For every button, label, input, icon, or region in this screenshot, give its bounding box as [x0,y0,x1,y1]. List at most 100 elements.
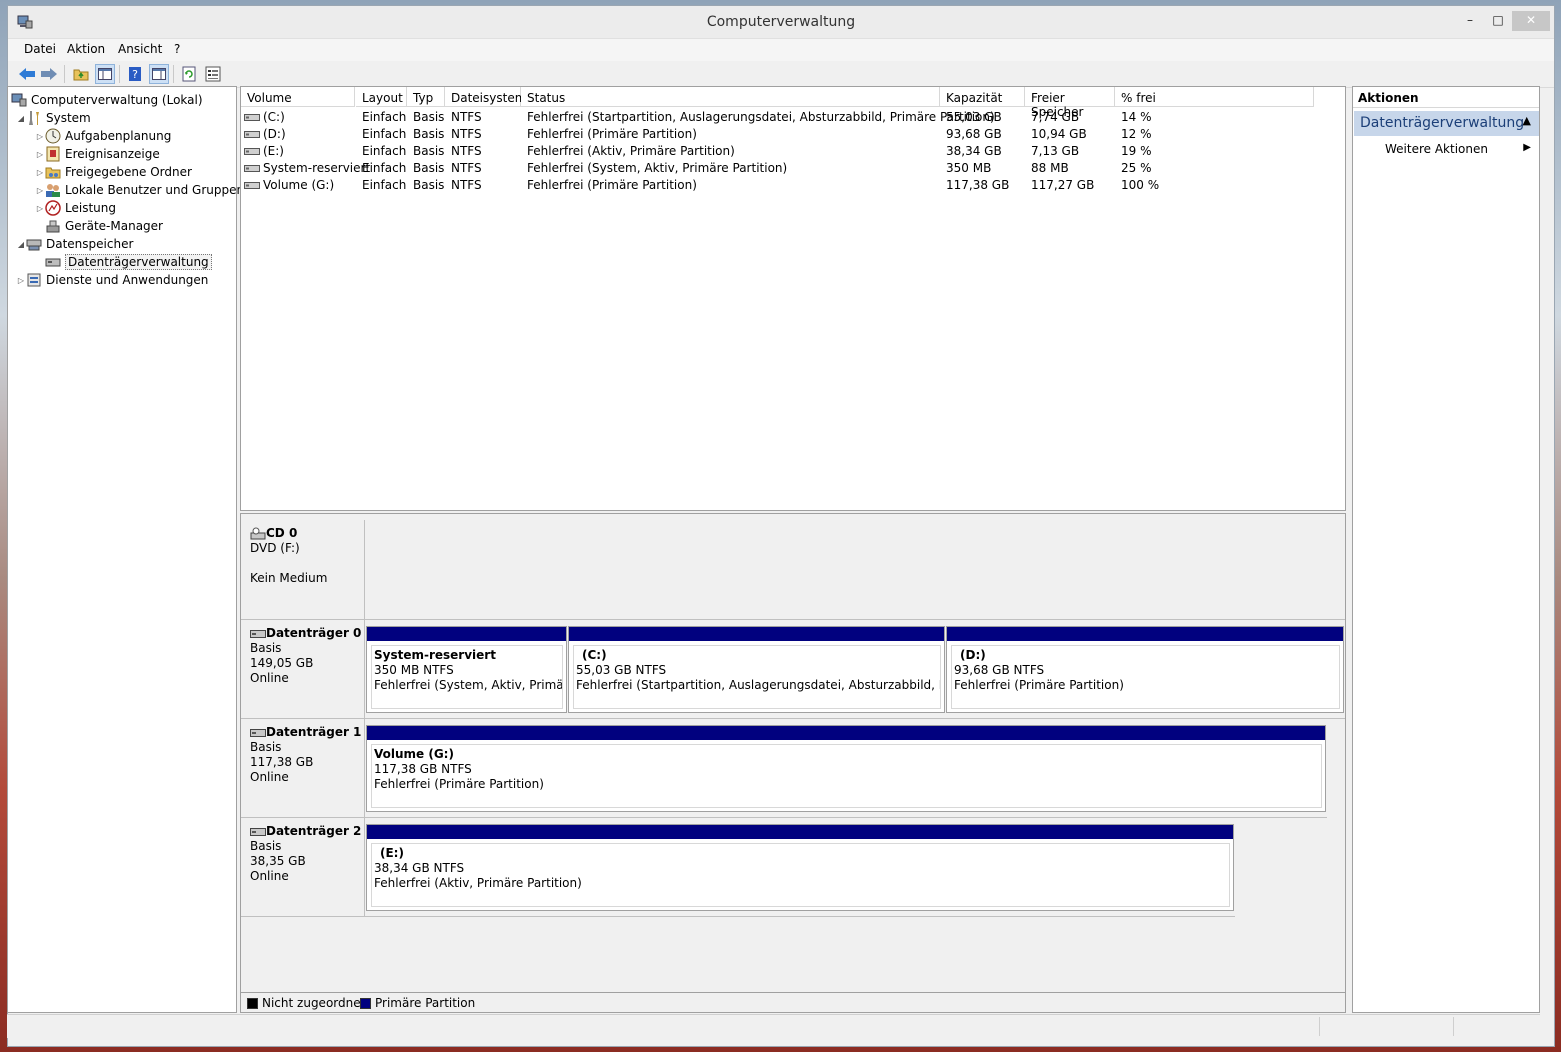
menu-ansicht[interactable]: Ansicht [118,42,162,56]
partition-system-reserviert[interactable]: System-reserviert 350 MB NTFS Fehlerfrei… [366,626,567,713]
tree-item-lokale-benutzer[interactable]: ▷ Lokale Benutzer und Gruppen [35,181,244,199]
column-header-kapazitaet[interactable]: Kapazität [940,87,1025,107]
menu-bar: Datei Aktion Ansicht ? [8,39,1554,61]
disk-name: Datenträger 2 [266,824,362,838]
disk-empty-area [365,520,1345,620]
table-row[interactable]: Volume (G:) Einfach Basis NTFS Fehlerfrei (P… [241,177,1345,194]
folder-up-icon[interactable] [71,64,91,84]
tree-item-system[interactable]: ◢ System [16,109,91,127]
table-cell: Basis [413,161,445,175]
navigation-tree: Computerverwaltung (Lokal) ◢ System ▷ Au… [7,86,244,1013]
action-weitere-aktionen[interactable]: Weitere Aktionen [1385,142,1488,156]
refresh-icon[interactable] [179,64,199,84]
disk-state: Online [250,671,289,685]
disk-name: CD 0 [266,526,298,540]
show-action-pane-icon[interactable] [149,64,169,84]
table-cell: NTFS [451,178,482,192]
table-cell: 14 % [1121,110,1152,124]
tree-item-datentraegerverwaltung[interactable]: Datenträgerverwaltung [45,253,212,271]
title-bar[interactable]: Computerverwaltung – □ ✕ [8,6,1554,39]
hard-disk-icon [250,827,266,836]
tree-item-root[interactable]: Computerverwaltung (Lokal) [11,91,203,109]
disk-row-1: Datenträger 1 Basis 117,38 GB Online Vol… [241,719,1345,818]
column-header-prozent-frei[interactable]: % frei [1115,87,1314,107]
partition-c[interactable]: (C:) 55,03 GB NTFS Fehlerfrei (Startpart… [568,626,945,713]
performance-icon [45,200,61,216]
close-button[interactable]: ✕ [1512,11,1550,31]
menu-datei[interactable]: Datei [24,42,56,56]
disk-size: 38,35 GB [250,854,306,868]
tree-item-ereignisanzeige[interactable]: ▷ Ereignisanzeige [35,145,160,163]
properties-icon[interactable] [203,64,223,84]
disk-size: 117,38 GB [250,755,314,769]
table-row[interactable]: System-reserviert Einfach Basis NTFS Fehlerf… [241,160,1345,177]
table-cell: Fehlerfrei (Startpartition, Auslagerungs… [527,110,995,124]
disk-label-1[interactable]: Datenträger 1 Basis 117,38 GB Online [241,719,365,818]
expanded-arrow-icon[interactable]: ◢ [16,114,26,123]
column-header-typ[interactable]: Typ [407,87,445,107]
table-cell: 25 % [1121,161,1152,175]
partition-e[interactable]: (E:) 38,34 GB NTFS Fehlerfrei (Aktiv, Pr… [366,824,1234,911]
disk-graphical-view: CD 0 DVD (F:) Kein Medium Datenträger 0 … [240,513,1346,993]
toolbar-separator [64,65,65,83]
menu-help[interactable]: ? [174,42,180,56]
show-tree-icon[interactable] [95,64,115,84]
column-header-status[interactable]: Status [521,87,940,107]
table-cell: 19 % [1121,144,1152,158]
drive-icon [244,165,260,172]
table-cell: 100 % [1121,178,1160,192]
table-cell: System-reserviert [244,161,370,175]
tree-item-dienste[interactable]: ▷ Dienste und Anwendungen [16,271,209,289]
collapsed-arrow-icon[interactable]: ▷ [35,132,45,141]
minimize-button[interactable]: – [1456,11,1484,31]
collapsed-arrow-icon[interactable]: ▷ [35,168,45,177]
forward-arrow-icon[interactable] [39,64,59,84]
collapsed-arrow-icon[interactable]: ▷ [35,204,45,213]
table-row[interactable]: (D:) Einfach Basis NTFS Fehlerfrei (Primäre … [241,126,1345,143]
help-icon[interactable]: ? [125,64,145,84]
maximize-button[interactable]: □ [1484,11,1512,31]
tree-item-geraete-manager[interactable]: Geräte-Manager [45,217,163,235]
collapsed-arrow-icon[interactable]: ▷ [35,186,45,195]
menu-aktion[interactable]: Aktion [67,42,105,56]
disk-label-0[interactable]: Datenträger 0 Basis 149,05 GB Online [241,620,365,719]
column-header-volume[interactable]: Volume [241,87,355,107]
table-cell: 55,03 GB [946,110,1002,124]
table-cell: 12 % [1121,127,1152,141]
back-arrow-icon[interactable] [17,64,37,84]
column-header-layout[interactable]: Layout [356,87,407,107]
device-manager-icon [46,220,60,233]
actions-pane: Aktionen Datenträgerverwaltung ▲ Weitere… [1352,86,1540,1013]
tree-item-leistung[interactable]: ▷ Leistung [35,199,116,217]
disk-row-2: Datenträger 2 Basis 38,35 GB Online (E:)… [241,818,1345,917]
column-header-dateisystem[interactable]: Dateisystem [445,87,526,107]
partition-g[interactable]: Volume (G:) 117,38 GB NTFS Fehlerfrei (P… [366,725,1326,812]
column-header-freier-speicher[interactable]: Freier Speicher [1025,87,1115,119]
table-cell: Einfach [362,161,407,175]
disk-label-2[interactable]: Datenträger 2 Basis 38,35 GB Online [241,818,365,917]
partition-d[interactable]: (D:) 93,68 GB NTFS Fehlerfrei (Primäre P… [946,626,1344,713]
table-cell: 7,74 GB [1031,110,1080,124]
table-cell: Volume (G:) [244,178,334,192]
disk-management-icon [45,258,61,267]
partition-color-bar [367,825,1233,839]
disk-label-cd0[interactable]: CD 0 DVD (F:) Kein Medium [241,520,365,620]
collapsed-arrow-icon[interactable]: ▷ [16,276,26,285]
actions-section-datentraegerverwaltung[interactable]: Datenträgerverwaltung ▲ [1354,111,1539,136]
tree-item-freigegebene-ordner[interactable]: ▷ Freigegebene Ordner [35,163,192,181]
table-row[interactable]: (E:) Einfach Basis NTFS Fehlerfrei (Aktiv, P… [241,143,1345,160]
collapsed-arrow-icon[interactable]: ▷ [35,150,45,159]
toolbar-separator [119,65,120,83]
drive-icon [244,131,260,138]
expanded-arrow-icon[interactable]: ◢ [16,240,26,249]
disk-state: Online [250,770,289,784]
table-cell: Fehlerfrei (Aktiv, Primäre Partition) [527,144,735,158]
tree-item-datenspeicher[interactable]: ◢ Datenspeicher [16,235,133,253]
collapse-arrow-icon[interactable]: ▲ [1523,114,1531,127]
table-cell: 88 MB [1031,161,1069,175]
submenu-arrow-icon[interactable]: ▶ [1523,142,1531,153]
table-row[interactable]: (C:) Einfach Basis NTFS Fehlerfrei (Startpar… [241,109,1345,126]
toolbar: ? [8,61,1554,88]
tree-item-aufgabenplanung[interactable]: ▷ Aufgabenplanung [35,127,171,145]
disk-size: 149,05 GB [250,656,314,670]
